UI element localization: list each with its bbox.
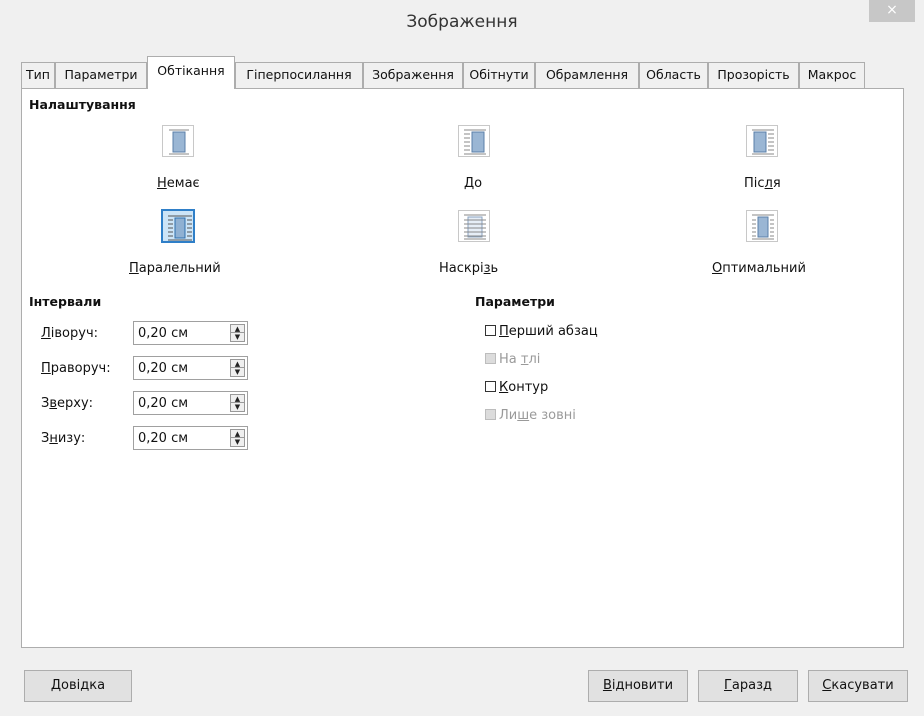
help-button[interactable]: Довідка [24, 670, 132, 702]
spin-up-icon[interactable]: ▲ [231, 395, 244, 403]
spin-up-icon[interactable]: ▲ [231, 360, 244, 368]
checkbox-box[interactable] [485, 325, 496, 336]
spin-down-icon[interactable]: ▼ [231, 438, 244, 446]
spacing-right-stepper[interactable]: 0,20 см ▲ ▼ [133, 356, 248, 380]
tab-wrap[interactable]: Обтікання [147, 56, 235, 89]
contour-checkbox[interactable]: Контур [485, 380, 548, 395]
tab-area[interactable]: Область [639, 62, 708, 88]
close-icon[interactable]: × [869, 0, 915, 22]
checkbox-box [485, 409, 496, 420]
settings-heading: Налаштування [29, 97, 136, 112]
spin-up-icon[interactable]: ▲ [231, 325, 244, 333]
wrap-after-icon [746, 125, 778, 157]
spin-buttons[interactable]: ▲ ▼ [230, 429, 245, 447]
wrap-before-label: До [464, 176, 483, 191]
tab-hyperlink[interactable]: Гіперпосилання [235, 62, 363, 88]
wrap-optimal-icon [746, 210, 778, 242]
wrap-none-icon [162, 125, 194, 157]
spacing-left-stepper[interactable]: 0,20 см ▲ ▼ [133, 321, 248, 345]
spacing-top-label: Зверху: [41, 396, 94, 411]
spin-buttons[interactable]: ▲ ▼ [230, 359, 245, 377]
tab-macro[interactable]: Макрос [799, 62, 865, 88]
spin-buttons[interactable]: ▲ ▼ [230, 394, 245, 412]
tab-transparency[interactable]: Прозорість [708, 62, 799, 88]
tab-borders[interactable]: Обрамлення [535, 62, 639, 88]
tab-type[interactable]: Тип [21, 62, 55, 88]
spacing-top-value: 0,20 см [138, 396, 189, 411]
options-heading: Параметри [475, 294, 555, 309]
wrap-parallel-icon [161, 209, 195, 243]
tab-panel-wrap: Налаштування Немає До Після Паралельний … [21, 88, 904, 648]
tab-image[interactable]: Зображення [363, 62, 463, 88]
spacing-left-label: Ліворуч: [41, 326, 99, 341]
spacing-bottom-value: 0,20 см [138, 431, 189, 446]
spin-down-icon[interactable]: ▼ [231, 403, 244, 411]
spin-down-icon[interactable]: ▼ [231, 333, 244, 341]
in-background-checkbox: На тлі [485, 352, 540, 367]
window-title: Зображення [406, 12, 518, 32]
spacing-right-label: Праворуч: [41, 361, 111, 376]
wrap-optimal-label: Оптимальний [712, 261, 806, 276]
ok-button[interactable]: Гаразд [698, 670, 798, 702]
wrap-after-label: Після [744, 176, 781, 191]
tab-crop[interactable]: Обітнути [463, 62, 535, 88]
spacing-top-stepper[interactable]: 0,20 см ▲ ▼ [133, 391, 248, 415]
spacing-bottom-stepper[interactable]: 0,20 см ▲ ▼ [133, 426, 248, 450]
first-paragraph-checkbox[interactable]: Перший абзац [485, 324, 598, 339]
spacing-bottom-label: Знизу: [41, 431, 86, 446]
cancel-button[interactable]: Скасувати [808, 670, 908, 702]
title-bar: Зображення × [0, 0, 924, 45]
outside-only-checkbox: Лише зовні [485, 408, 576, 423]
spacing-right-value: 0,20 см [138, 361, 189, 376]
wrap-parallel-label: Паралельний [129, 261, 221, 276]
wrap-through-label: Наскрізь [439, 261, 499, 276]
spin-down-icon[interactable]: ▼ [231, 368, 244, 376]
checkbox-box [485, 353, 496, 364]
wrap-through-icon [458, 210, 490, 242]
spin-buttons[interactable]: ▲ ▼ [230, 324, 245, 342]
wrap-before-icon [458, 125, 490, 157]
tab-options[interactable]: Параметри [55, 62, 147, 88]
reset-button[interactable]: Відновити [588, 670, 688, 702]
wrap-none-label: Немає [157, 176, 200, 191]
spin-up-icon[interactable]: ▲ [231, 430, 244, 438]
checkbox-box[interactable] [485, 381, 496, 392]
spacing-left-value: 0,20 см [138, 326, 189, 341]
spacing-heading: Інтервали [29, 294, 102, 309]
